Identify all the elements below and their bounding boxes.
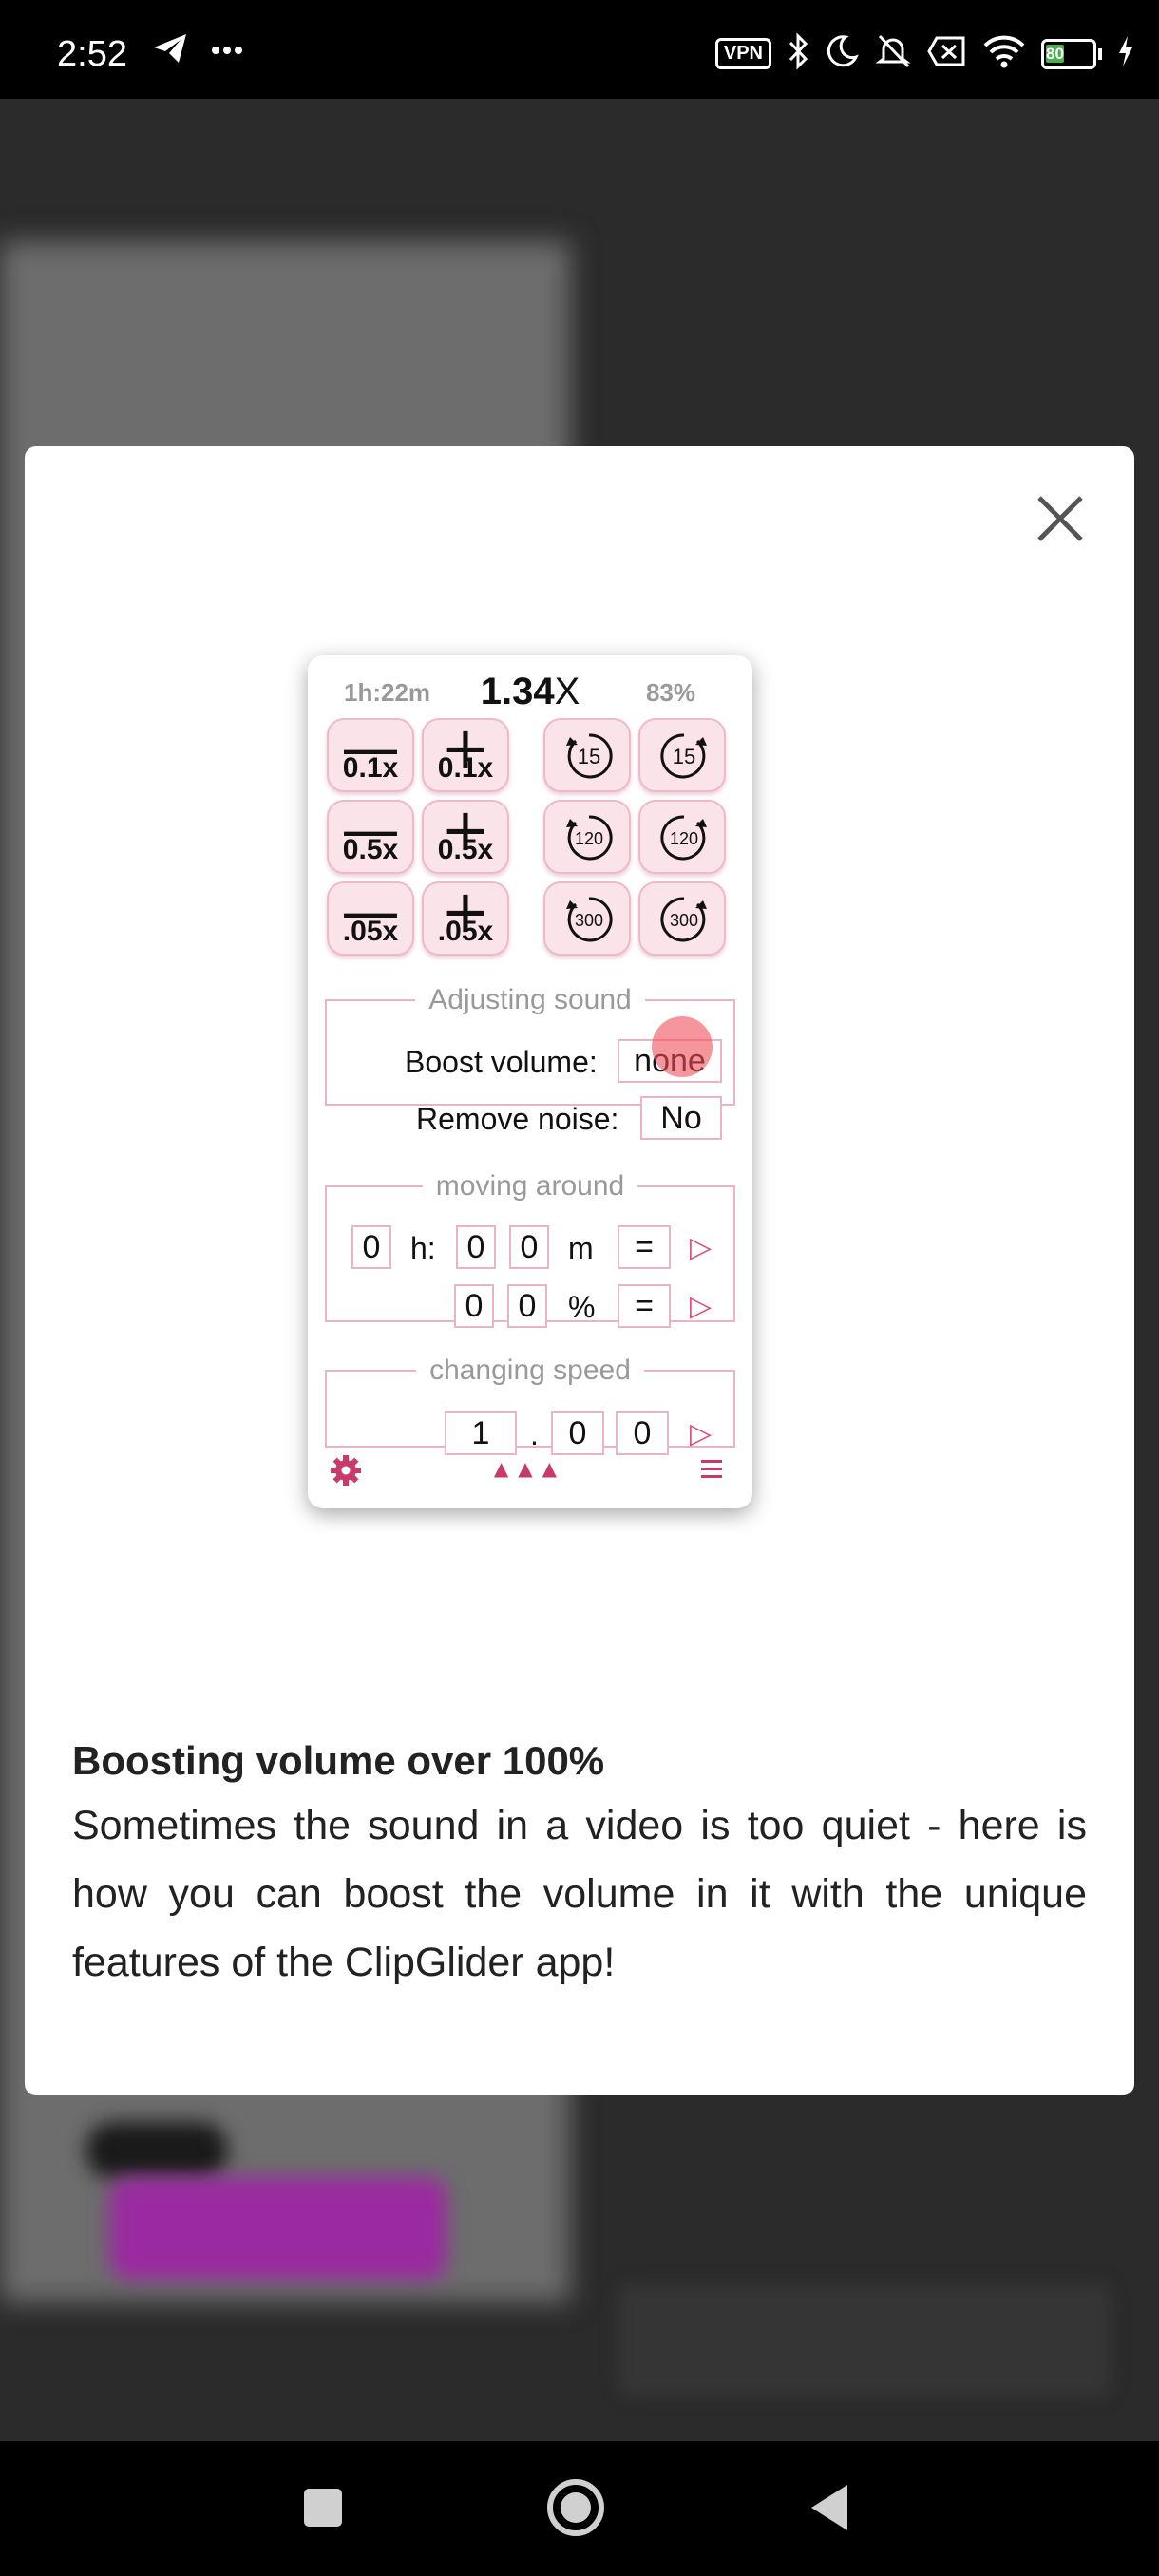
- tutorial-modal: 1h:22m 1.34X 83% — 0.1x + 0.1x — 0.5x + …: [25, 446, 1134, 2095]
- time-mode-select[interactable]: =: [618, 1225, 671, 1269]
- charging-icon: [1117, 35, 1134, 72]
- preview-footer: ▲▲▲: [308, 1453, 752, 1495]
- menu-icon[interactable]: [699, 1457, 724, 1487]
- bluetooth-icon: [787, 32, 809, 75]
- speed-decrease-0.5-button[interactable]: — 0.5x: [327, 800, 414, 874]
- speed-hundredths-input[interactable]: 0: [616, 1411, 669, 1455]
- seek-seconds: 120: [575, 829, 603, 848]
- seek-seconds: 300: [575, 911, 603, 930]
- speed-amount: 0.1x: [437, 752, 494, 784]
- status-time: 2:52: [57, 34, 127, 74]
- minutes-ones-input[interactable]: 0: [509, 1225, 549, 1269]
- home-button[interactable]: [538, 2470, 614, 2546]
- telegram-icon: [152, 32, 188, 69]
- minutes-label: m: [568, 1231, 594, 1265]
- status-right-icons: VPN 80: [714, 32, 1134, 75]
- rewind-15-button[interactable]: 15: [543, 718, 631, 792]
- speed-value: 1.34: [480, 671, 555, 712]
- speed-amount: .05x: [342, 916, 399, 947]
- remove-noise-label: Remove noise:: [416, 1102, 619, 1136]
- tutorial-description: Sometimes the sound in a video is too qu…: [72, 1803, 1087, 1985]
- home-circle-icon: [547, 2479, 604, 2536]
- progress-percent: 83%: [645, 678, 695, 707]
- rewind-icon: 120: [566, 815, 613, 861]
- speed-amount: 0.1x: [342, 752, 399, 784]
- changing-speed-group: changing speed 1 . 0 0 ▷: [325, 1354, 735, 1455]
- back-triangle-icon: [811, 2485, 847, 2530]
- tutorial-heading: Boosting volume over 100%: [72, 1738, 605, 1783]
- speed-tenths-input[interactable]: 0: [551, 1411, 604, 1455]
- speed-amount: 0.5x: [342, 834, 399, 865]
- preview-header: 1h:22m 1.34X 83%: [308, 671, 752, 718]
- speed-decrease-0.05-button[interactable]: — .05x: [327, 881, 414, 956]
- percent-label: %: [568, 1290, 596, 1324]
- forward-300-button[interactable]: 300: [638, 881, 726, 956]
- speed-increase-0.1-button[interactable]: + 0.1x: [422, 718, 509, 792]
- seek-percent-play-icon[interactable]: ▷: [690, 1290, 712, 1323]
- forward-15-button[interactable]: 15: [638, 718, 726, 792]
- collapse-arrows-icon[interactable]: ▲▲▲: [308, 1457, 752, 1480]
- rewind-300-button[interactable]: 300: [543, 881, 631, 956]
- percent-tens-input[interactable]: 0: [454, 1284, 494, 1328]
- background-blob: [86, 2122, 228, 2179]
- speed-whole-input[interactable]: 1: [445, 1411, 517, 1455]
- status-bar: 2:52 VPN 80: [0, 0, 1159, 99]
- wifi-icon: [982, 34, 1026, 73]
- close-button[interactable]: [1026, 484, 1094, 553]
- vpn-icon: VPN: [714, 38, 771, 69]
- rewind-icon: 15: [566, 733, 613, 779]
- battery-level: 80: [1046, 44, 1064, 63]
- remove-noise-select[interactable]: No: [640, 1096, 722, 1140]
- app-preview-image: 1h:22m 1.34X 83% — 0.1x + 0.1x — 0.5x + …: [308, 655, 752, 1508]
- moon-icon: [825, 34, 859, 73]
- rewind-120-button[interactable]: 120: [543, 800, 631, 874]
- background-button: [109, 2177, 446, 2280]
- boost-volume-label: Boost volume:: [405, 1045, 598, 1079]
- hours-label: h:: [410, 1231, 436, 1265]
- forward-icon: 300: [660, 897, 707, 942]
- speed-amount: 0.5x: [437, 834, 494, 865]
- hours-input[interactable]: 0: [352, 1225, 391, 1269]
- forward-icon: 15: [660, 733, 707, 779]
- group-legend: Adjusting sound: [428, 984, 632, 1015]
- back-button[interactable]: [794, 2470, 870, 2546]
- background-right-card: [618, 2283, 1112, 2397]
- touch-indicator: [652, 1016, 712, 1077]
- percent-ones-input[interactable]: 0: [507, 1284, 547, 1328]
- status-left-icons: [152, 32, 243, 69]
- seek-seconds: 300: [670, 911, 698, 930]
- control-button-grid: — 0.1x + 0.1x — 0.5x + 0.5x — .05x + .05…: [325, 718, 743, 961]
- rewind-icon: 300: [566, 897, 613, 942]
- speed-increase-0.05-button[interactable]: + .05x: [422, 881, 509, 956]
- sim-off-icon: [927, 34, 967, 73]
- group-legend: changing speed: [429, 1354, 631, 1386]
- mute-icon: [874, 32, 912, 75]
- forward-120-button[interactable]: 120: [638, 800, 726, 874]
- more-dots-icon: [211, 43, 243, 60]
- speed-increase-0.5-button[interactable]: + 0.5x: [422, 800, 509, 874]
- seek-seconds: 15: [578, 745, 600, 768]
- battery-icon: 80: [1041, 38, 1102, 69]
- percent-mode-select[interactable]: =: [618, 1284, 671, 1328]
- moving-around-group: moving around 0 h: 0 0 m = ▷ 0 0 % = ▷: [325, 1170, 735, 1328]
- set-speed-play-icon[interactable]: ▷: [690, 1417, 712, 1450]
- seek-seconds: 120: [670, 829, 698, 848]
- speed-amount: .05x: [437, 916, 494, 947]
- speed-suffix: X: [554, 671, 580, 712]
- minutes-tens-input[interactable]: 0: [456, 1225, 496, 1269]
- seek-time-play-icon[interactable]: ▷: [690, 1231, 712, 1264]
- recents-button[interactable]: [285, 2470, 361, 2546]
- forward-icon: 120: [660, 815, 707, 861]
- navigation-bar: [0, 2441, 1159, 2576]
- close-icon: [1037, 496, 1083, 541]
- seek-seconds: 15: [673, 745, 695, 768]
- decimal-point: .: [530, 1417, 539, 1451]
- group-legend: moving around: [435, 1170, 625, 1202]
- speed-decrease-0.1-button[interactable]: — 0.1x: [327, 718, 414, 792]
- recents-square-icon: [304, 2489, 342, 2527]
